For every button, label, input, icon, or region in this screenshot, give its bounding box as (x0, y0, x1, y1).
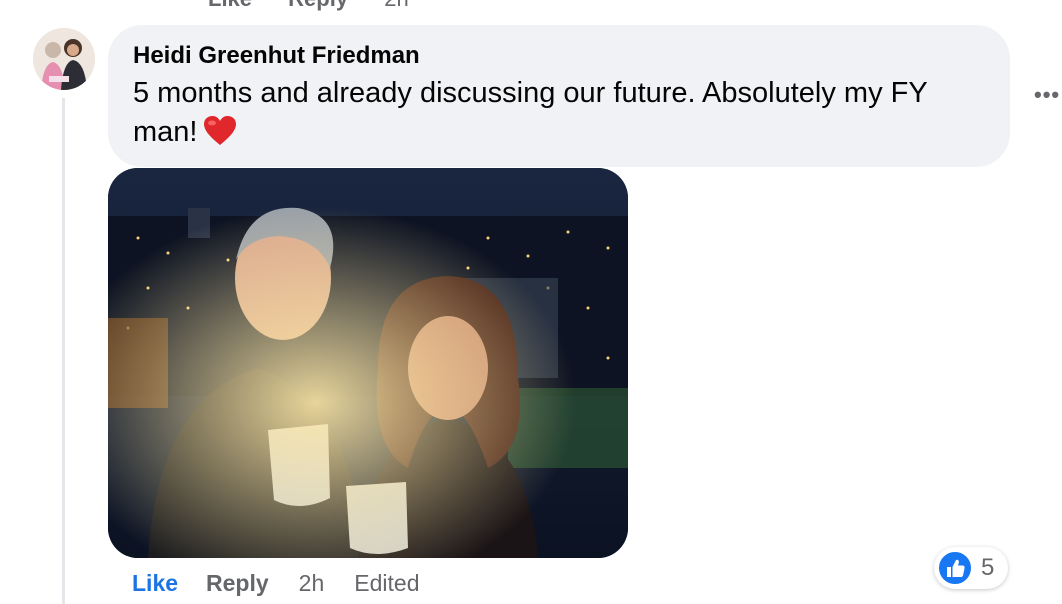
comment-photo[interactable] (108, 168, 628, 558)
previous-reply-button[interactable]: Reply (288, 0, 348, 11)
thumbs-up-icon (937, 550, 973, 586)
heart-emoji-icon (203, 115, 237, 158)
comment-timestamp[interactable]: 2h (299, 570, 325, 596)
thread-line (62, 98, 65, 604)
previous-comment-actions: Like Reply 2h (208, 0, 439, 12)
reaction-summary[interactable]: 5 (934, 547, 1008, 589)
reply-button[interactable]: Reply (206, 570, 269, 596)
like-button[interactable]: Like (132, 570, 178, 596)
edited-label[interactable]: Edited (354, 570, 419, 596)
comment-author[interactable]: Heidi Greenhut Friedman (133, 39, 986, 73)
more-options-icon[interactable]: ••• (1034, 82, 1060, 108)
previous-like-button[interactable]: Like (208, 0, 252, 11)
avatar[interactable] (33, 28, 95, 90)
reaction-count: 5 (981, 554, 995, 581)
previous-timestamp[interactable]: 2h (384, 0, 408, 11)
comment-bubble: Heidi Greenhut Friedman 5 months and alr… (108, 25, 1010, 167)
comment-text: 5 months and already discussing our futu… (133, 77, 928, 148)
comment-actions: Like Reply 2h Edited (132, 570, 419, 597)
comment-text-block: 5 months and already discussing our futu… (133, 74, 993, 158)
